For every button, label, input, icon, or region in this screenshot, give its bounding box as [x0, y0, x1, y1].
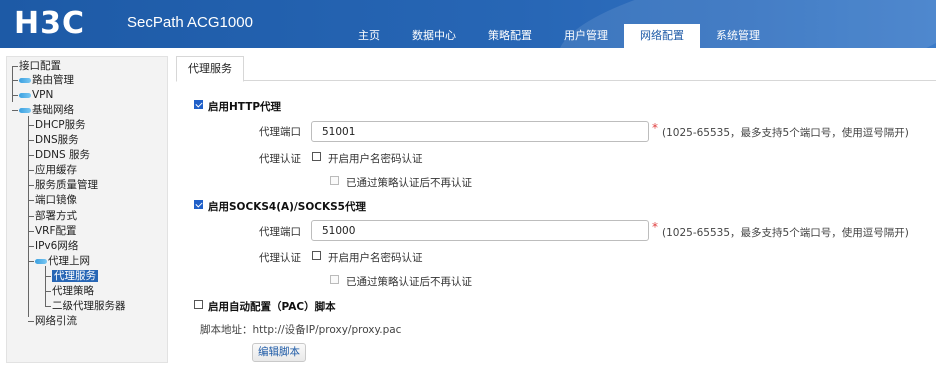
top-nav: 主页 数据中心 策略配置 用户管理 网络配置 系统管理 [342, 24, 776, 48]
sidebar-item-deploy-mode[interactable]: 部署方式 [28, 210, 77, 223]
sidebar-item-ddns[interactable]: DDNS 服务 [28, 149, 90, 162]
socks-auth-checkbox[interactable] [312, 251, 321, 260]
sidebar-tree: 接口配置 路由管理 VPN 基础网络 DHCP服务 DNS服务 DDNS 服务 … [6, 56, 168, 363]
nav-user-management[interactable]: 用户管理 [548, 24, 624, 48]
sidebar-item-secondary-proxy[interactable]: 二级代理服务器 [45, 300, 126, 313]
leaf-icon [19, 107, 31, 113]
sidebar-item-app-cache[interactable]: 应用缓存 [28, 164, 77, 177]
socks-skip-auth-checkbox[interactable] [330, 275, 339, 284]
sidebar-item-basic-network[interactable]: 基础网络 [12, 104, 74, 117]
sidebar-item-dns[interactable]: DNS服务 [28, 134, 79, 147]
sidebar-item-port-mirror[interactable]: 端口镜像 [28, 194, 77, 207]
pac-script-address: 脚本地址：http://设备IP/proxy/proxy.pac [200, 324, 402, 336]
http-auth-checkbox[interactable] [312, 152, 321, 161]
pac-script-label: 启用自动配置（PAC）脚本 [208, 301, 336, 313]
top-header: H3C SecPath ACG1000 主页 数据中心 策略配置 用户管理 网络… [0, 0, 936, 48]
socks-auth-label: 代理认证 [259, 252, 301, 264]
http-port-label: 代理端口 [259, 126, 301, 138]
tab-bar: 代理服务 [176, 56, 936, 82]
sidebar-item-proxy-service[interactable]: 代理服务 [45, 270, 98, 283]
socks-port-input[interactable] [311, 220, 649, 241]
sidebar-item-route-management[interactable]: 路由管理 [12, 74, 74, 87]
leaf-icon [35, 258, 47, 264]
sidebar-item-qos[interactable]: 服务质量管理 [28, 179, 98, 192]
nav-system-management[interactable]: 系统管理 [700, 24, 776, 48]
nav-home[interactable]: 主页 [342, 24, 396, 48]
http-skip-auth-label: 已通过策略认证后不再认证 [346, 177, 472, 189]
h3c-logo: H3C [14, 6, 85, 41]
http-auth-option-label: 开启用户名密码认证 [328, 153, 423, 165]
socks-port-hint: (1025-65535，最多支持5个端口号，使用逗号隔开) [662, 227, 909, 239]
leaf-icon [19, 92, 31, 98]
sidebar-item-proxy-policy[interactable]: 代理策略 [45, 285, 94, 298]
socks-skip-auth-label: 已通过策略认证后不再认证 [346, 276, 472, 288]
http-proxy-label: 启用HTTP代理 [208, 101, 282, 113]
nav-policy-config[interactable]: 策略配置 [472, 24, 548, 48]
product-name: SecPath ACG1000 [127, 14, 253, 31]
leaf-icon [19, 77, 31, 83]
sidebar-item-ipv6[interactable]: IPv6网络 [28, 240, 78, 253]
tab-proxy-service[interactable]: 代理服务 [176, 56, 244, 82]
http-port-hint: (1025-65535，最多支持5个端口号，使用逗号隔开) [662, 127, 909, 139]
http-port-input[interactable] [311, 121, 649, 142]
socks-proxy-label: 启用SOCKS4(A)/SOCKS5代理 [208, 201, 366, 213]
nav-network-config[interactable]: 网络配置 [624, 24, 700, 48]
http-skip-auth-checkbox[interactable] [330, 176, 339, 185]
sidebar-item-traffic-redirect[interactable]: 网络引流 [28, 315, 77, 328]
sidebar-item-vpn[interactable]: VPN [12, 89, 53, 102]
sidebar-item-vrf[interactable]: VRF配置 [28, 225, 77, 238]
socks-auth-option-label: 开启用户名密码认证 [328, 252, 423, 264]
socks-port-label: 代理端口 [259, 226, 301, 238]
sidebar-item-interface-config[interactable]: 接口配置 [12, 60, 61, 73]
pac-script-checkbox[interactable] [194, 300, 203, 309]
http-auth-label: 代理认证 [259, 153, 301, 165]
sidebar-item-proxy-internet[interactable]: 代理上网 [28, 255, 90, 268]
http-proxy-checkbox[interactable] [194, 100, 203, 109]
sidebar-item-dhcp[interactable]: DHCP服务 [28, 119, 86, 132]
socks-port-required-mark: * [652, 220, 658, 234]
socks-proxy-checkbox[interactable] [194, 200, 203, 209]
http-port-required-mark: * [652, 121, 658, 135]
edit-script-button[interactable]: 编辑脚本 [252, 343, 306, 362]
nav-data-center[interactable]: 数据中心 [396, 24, 472, 48]
